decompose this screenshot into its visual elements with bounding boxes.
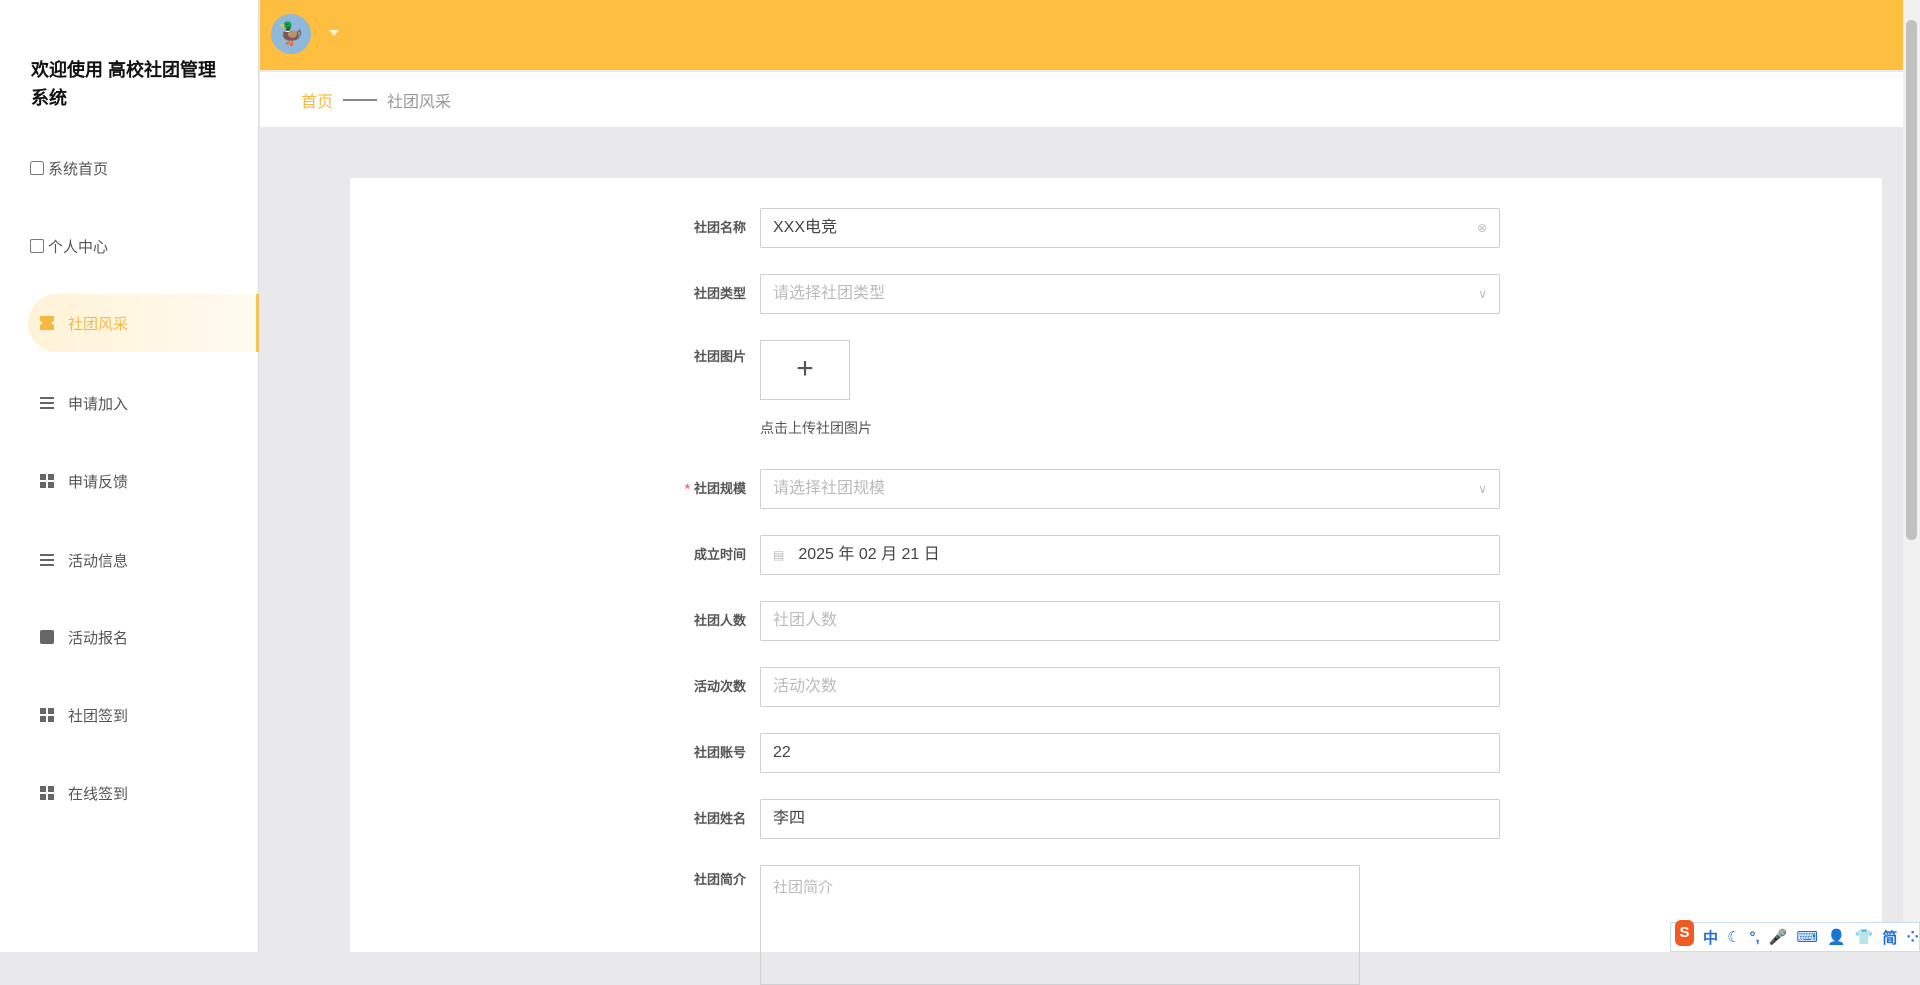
activities-input[interactable]: 活动次数 <box>760 667 1500 707</box>
grid-icon <box>40 708 54 722</box>
field-label: * 社团规模 <box>626 469 746 509</box>
clear-icon[interactable]: ⊗ <box>1477 209 1487 247</box>
club-name-input[interactable]: XXX电竞 ⊗ <box>760 208 1500 248</box>
field-label: 活动次数 <box>693 679 746 694</box>
avatar[interactable]: 🦆 <box>271 14 311 54</box>
sidebar-item-activity-signup[interactable]: 活动报名 <box>28 608 259 666</box>
page-scrollbar[interactable] <box>1903 0 1920 952</box>
sidebar-item-club-showcase[interactable]: 社团风采 <box>28 294 259 352</box>
owner-name-input[interactable]: 李四 <box>760 799 1500 839</box>
sidebar-item-home[interactable]: 系统首页 <box>28 139 259 197</box>
calendar-icon: ▤ <box>773 548 785 562</box>
sidebar-item-label: 申请反馈 <box>68 473 129 491</box>
sidebar-item-label: 社团签到 <box>68 707 129 725</box>
field-label: 成立时间 <box>693 547 746 562</box>
sidebar-item-label: 在线签到 <box>68 785 129 803</box>
required-mark: * <box>684 481 690 496</box>
chevron-down-icon[interactable] <box>329 30 339 36</box>
placeholder: 活动次数 <box>773 678 838 695</box>
chevron-down-icon: ∨ <box>1478 287 1487 301</box>
field-label: 社团类型 <box>693 286 746 301</box>
placeholder: 社团简介 <box>773 879 834 896</box>
sidebar-item-label: 活动报名 <box>68 629 129 647</box>
list-icon <box>40 553 54 567</box>
sidebar-item-online-checkin[interactable]: 在线签到 <box>28 764 259 822</box>
home-icon <box>30 161 44 175</box>
scrollbar-thumb[interactable] <box>1906 20 1917 540</box>
breadcrumb-separator <box>343 98 378 101</box>
ime-logo[interactable]: S <box>1675 920 1695 946</box>
microphone-icon[interactable]: 🎤 <box>1769 928 1788 946</box>
input-value: XXX电竞 <box>773 219 838 236</box>
founded-date-picker[interactable]: ▤ 2025 年 02 月 21 日 <box>760 535 1500 575</box>
sidebar-item-label: 社团风采 <box>68 315 129 333</box>
sidebar-item-label: 活动信息 <box>68 552 129 570</box>
field-label: 社团账号 <box>693 745 746 760</box>
account-input[interactable]: 22 <box>760 733 1500 773</box>
club-form: 社团名称 XXX电竞 ⊗ 社团类型 请选择社团类型 ∨ 社团图片 + 点击上传社团图… <box>350 178 1882 985</box>
field-label: 社团名称 <box>693 220 746 235</box>
skin-icon[interactable]: 👕 <box>1855 928 1874 946</box>
input-value: 2025 年 02 月 21 日 <box>798 546 940 563</box>
members-input[interactable]: 社团人数 <box>760 601 1500 641</box>
sidebar-item-profile[interactable]: 个人中心 <box>28 217 259 275</box>
label-text: 社团规模 <box>693 481 746 496</box>
sidebar: 欢迎使用 高校社团管理系统 系统首页 个人中心 社团风采 申请加入 申请反馈 活… <box>0 0 259 952</box>
sidebar-item-apply-feedback[interactable]: 申请反馈 <box>28 452 259 510</box>
top-header: 🦆 <box>260 0 1903 70</box>
placeholder: 社团人数 <box>773 612 838 629</box>
clipboard-icon <box>40 630 54 644</box>
list-icon <box>40 396 54 410</box>
input-value: 李四 <box>773 810 806 827</box>
chevron-down-icon: ∨ <box>1478 482 1487 496</box>
breadcrumb-home[interactable]: 首页 <box>301 88 333 112</box>
sidebar-item-label: 个人中心 <box>48 238 109 256</box>
upload-hint: 点击上传社团图片 <box>760 420 872 436</box>
placeholder: 请选择社团类型 <box>773 285 886 302</box>
ime-toolbar: S 中 ☾ °, 🎤 ⌨ 👤 👕 简 ⁘ <box>1670 920 1920 952</box>
punctuation-icon[interactable]: °, <box>1750 929 1760 946</box>
sidebar-item-label: 申请加入 <box>68 395 129 413</box>
ime-lang-toggle[interactable]: 中 <box>1703 927 1718 948</box>
intro-textarea[interactable]: 社团简介 <box>760 865 1360 985</box>
breadcrumb: 首页 社团风采 <box>260 72 1903 127</box>
user-icon[interactable]: 👤 <box>1827 928 1846 946</box>
wallet-icon <box>30 239 44 253</box>
field-label: 社团人数 <box>693 613 746 628</box>
sidebar-item-activity-info[interactable]: 活动信息 <box>28 531 259 589</box>
field-label: 社团姓名 <box>693 811 746 826</box>
club-type-select[interactable]: 请选择社团类型 ∨ <box>760 274 1500 314</box>
keyboard-icon[interactable]: ⌨ <box>1796 928 1818 946</box>
upload-button[interactable]: + <box>760 340 850 400</box>
placeholder: 请选择社团规模 <box>773 480 886 497</box>
apps-icon[interactable]: ⁘ <box>1906 928 1919 946</box>
sidebar-item-label: 系统首页 <box>48 160 109 178</box>
field-label: 社团简介 <box>693 872 746 887</box>
field-label: 社团图片 <box>693 349 746 364</box>
ticket-icon <box>40 316 54 330</box>
simplified-toggle[interactable]: 简 <box>1882 927 1897 948</box>
sidebar-item-club-checkin[interactable]: 社团签到 <box>28 686 259 744</box>
club-scale-select[interactable]: 请选择社团规模 ∨ <box>760 469 1500 509</box>
grid-icon <box>40 786 54 800</box>
app-title: 欢迎使用 高校社团管理系统 <box>31 60 216 108</box>
input-value: 22 <box>773 744 791 761</box>
grid-icon <box>40 474 54 488</box>
sidebar-item-apply-join[interactable]: 申请加入 <box>28 374 259 432</box>
moon-icon[interactable]: ☾ <box>1727 928 1740 946</box>
breadcrumb-current: 社团风采 <box>387 93 452 111</box>
